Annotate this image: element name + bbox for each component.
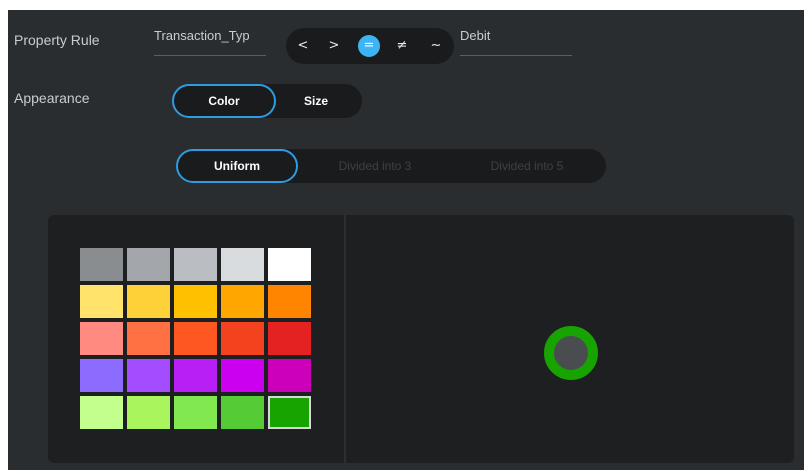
color-swatch[interactable] [268,285,311,318]
color-preview-area [48,215,794,463]
color-swatch[interactable] [268,359,311,392]
color-swatch[interactable] [80,359,123,392]
divided-into-5-button[interactable]: Divided into 5 [452,149,602,183]
divided-into-3-button[interactable]: Divided into 3 [300,149,450,183]
color-swatch[interactable] [127,359,170,392]
color-swatch[interactable] [80,285,123,318]
property-value-input[interactable]: Debit [460,28,572,56]
property-field-input[interactable]: Transaction_Typ [154,28,266,56]
color-swatch[interactable] [221,285,264,318]
color-swatch[interactable] [127,396,170,429]
color-swatch[interactable] [80,248,123,281]
color-swatch[interactable] [80,322,123,355]
appearance-mode-toggle: Color Size [172,84,362,118]
color-swatch[interactable] [221,359,264,392]
distribution-toggle: Uniform Divided into 3 Divided into 5 [176,149,606,183]
color-swatch[interactable] [80,396,123,429]
operator-greater-than-button[interactable]: > [323,35,345,57]
color-swatch[interactable] [174,285,217,318]
color-swatch[interactable] [268,248,311,281]
color-swatch[interactable] [174,359,217,392]
color-swatch[interactable] [221,322,264,355]
color-swatch[interactable] [221,396,264,429]
uniform-button[interactable]: Uniform [176,149,298,183]
operator-approx-button[interactable]: ~ [425,35,447,57]
color-swatch[interactable] [268,322,311,355]
color-swatch[interactable] [127,322,170,355]
preview-divider [344,215,346,463]
operator-less-than-button[interactable]: < [292,35,314,57]
color-swatch[interactable] [127,285,170,318]
appearance-label: Appearance [14,90,90,106]
color-swatch[interactable] [174,248,217,281]
color-swatch[interactable] [174,396,217,429]
color-swatch[interactable] [221,248,264,281]
color-swatch[interactable] [127,248,170,281]
color-swatch[interactable] [174,322,217,355]
color-mode-button[interactable]: Color [172,84,276,118]
preview-marker [544,326,598,380]
color-swatch[interactable] [268,396,311,429]
operator-equals-button[interactable]: = [358,35,380,57]
property-rule-panel: Property Rule Transaction_Typ < > = ≠ ~ … [8,10,804,470]
operator-not-equal-button[interactable]: ≠ [391,35,413,57]
property-rule-label: Property Rule [14,32,100,48]
operator-selector: < > = ≠ ~ [286,28,454,64]
size-mode-button[interactable]: Size [276,84,356,118]
